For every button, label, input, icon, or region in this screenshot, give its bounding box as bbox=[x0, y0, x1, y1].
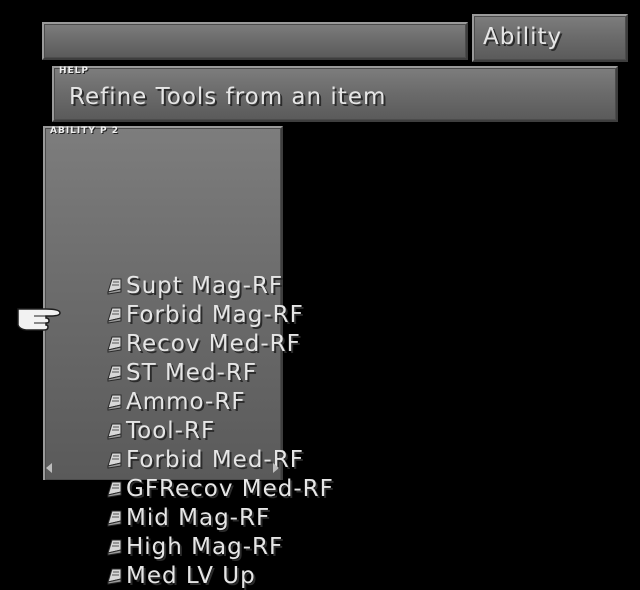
list-item[interactable]: GFRecov Med-RF bbox=[105, 474, 334, 503]
menu-title: Ability bbox=[483, 24, 563, 50]
scroll-left-arrow-icon[interactable] bbox=[46, 463, 52, 473]
list-item[interactable]: Supt Mag-RF bbox=[105, 271, 283, 300]
list-item[interactable]: Recov Med-RF bbox=[105, 329, 301, 358]
list-item-label: Ammo-RF bbox=[126, 388, 246, 415]
list-item-label: Med LV Up bbox=[126, 562, 256, 589]
list-item-selected[interactable]: Tool-RF bbox=[105, 416, 215, 445]
book-icon bbox=[107, 539, 122, 556]
help-label: HELP bbox=[59, 66, 90, 76]
book-icon bbox=[107, 278, 122, 295]
book-icon bbox=[107, 568, 122, 585]
book-icon bbox=[107, 336, 122, 353]
list-item-label: Supt Mag-RF bbox=[126, 272, 284, 299]
book-icon bbox=[107, 452, 122, 469]
book-icon bbox=[107, 481, 122, 498]
list-page-label: ABILITY P 2 bbox=[50, 126, 120, 136]
list-item-label: Forbid Mag-RF bbox=[126, 301, 304, 328]
list-item-label: Tool-RF bbox=[126, 417, 216, 444]
menu-title-box: Ability bbox=[472, 14, 628, 62]
pointing-hand-icon bbox=[17, 308, 61, 331]
help-text: Refine Tools from an item bbox=[69, 84, 387, 110]
list-item-label: Recov Med-RF bbox=[126, 330, 301, 357]
scroll-right-arrow-icon[interactable] bbox=[273, 463, 279, 473]
list-item[interactable]: Mid Mag-RF bbox=[105, 503, 270, 532]
help-box: Refine Tools from an item bbox=[52, 66, 618, 122]
ability-list[interactable]: Supt Mag-RF Forbid Mag-RF Recov Med-RF S… bbox=[43, 126, 333, 589]
character-name-box bbox=[42, 22, 468, 60]
list-item-label: High Mag-RF bbox=[126, 533, 284, 560]
book-icon bbox=[107, 365, 122, 382]
book-icon bbox=[107, 423, 122, 440]
list-item[interactable]: Med LV Up bbox=[105, 561, 256, 590]
list-item[interactable]: Forbid Mag-RF bbox=[105, 300, 304, 329]
list-item[interactable]: High Mag-RF bbox=[105, 532, 283, 561]
list-item[interactable]: Ammo-RF bbox=[105, 387, 246, 416]
list-item[interactable]: ST Med-RF bbox=[105, 358, 257, 387]
book-icon bbox=[107, 307, 122, 324]
book-icon bbox=[107, 510, 122, 527]
list-item-label: Mid Mag-RF bbox=[126, 504, 271, 531]
list-item-label: ST Med-RF bbox=[126, 359, 258, 386]
book-icon bbox=[107, 394, 122, 411]
list-item-label: GFRecov Med-RF bbox=[126, 475, 334, 502]
